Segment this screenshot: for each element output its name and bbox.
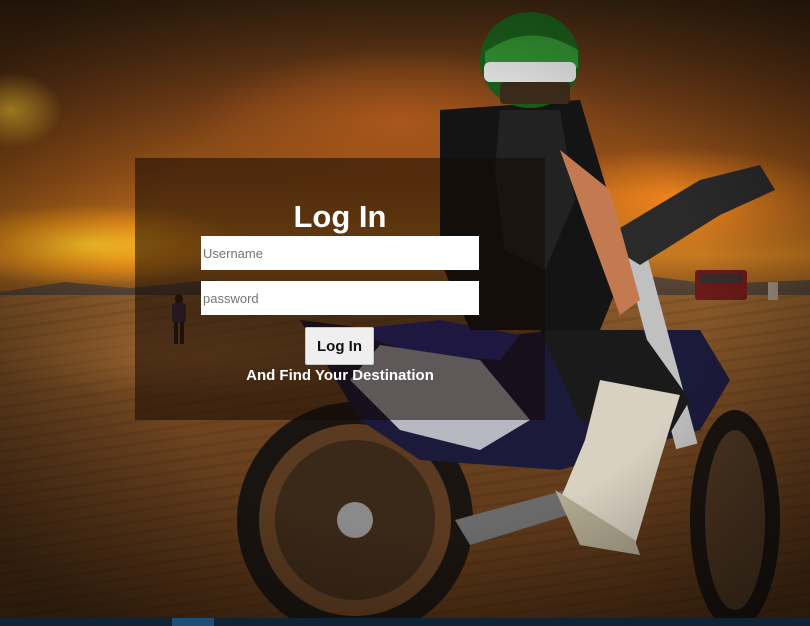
bottom-bar-accent (172, 618, 214, 626)
password-input[interactable] (201, 281, 479, 315)
username-input[interactable] (201, 236, 479, 270)
login-button[interactable]: Log In (305, 327, 374, 365)
login-title: Log In (293, 199, 387, 234)
tagline: And Find Your Destination (246, 367, 434, 384)
login-page: Log In Log In And Find Your Destination (0, 0, 810, 626)
bottom-bar (0, 618, 810, 626)
